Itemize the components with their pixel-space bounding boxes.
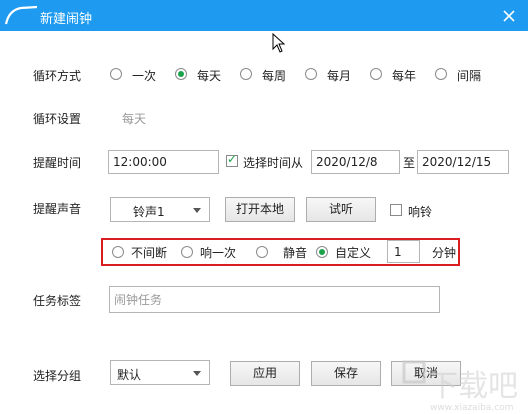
radio-loop-yearly[interactable]: [370, 68, 382, 80]
window-title: 新建闹钟: [40, 12, 93, 27]
radio-repeat-mute-label: 静音: [283, 246, 308, 260]
group-label: 选择分组: [33, 369, 82, 383]
radio-repeat-continuous[interactable]: [112, 246, 124, 258]
radio-loop-weekly-label: 每周: [262, 69, 287, 83]
radio-loop-daily[interactable]: [175, 68, 187, 80]
apply-button[interactable]: 应用: [230, 361, 300, 386]
svg-text:www.xiazaiba.com: www.xiazaiba.com: [430, 403, 514, 413]
title-bar: 新建闹钟: [0, 0, 528, 31]
custom-minutes-input[interactable]: 1: [387, 240, 420, 263]
date-from-input[interactable]: 2020/12/8: [311, 150, 400, 174]
radio-loop-monthly[interactable]: [305, 68, 317, 80]
radio-loop-once[interactable]: [110, 68, 122, 80]
open-local-button[interactable]: 打开本地: [225, 197, 295, 222]
chevron-down-icon: [193, 371, 201, 376]
loop-mode-label: 循环方式: [33, 69, 82, 83]
minutes-unit-label: 分钟: [432, 246, 457, 260]
radio-loop-interval-label: 间隔: [457, 69, 482, 83]
sound-select-value: 铃声1: [133, 205, 165, 219]
app-logo-icon: [4, 5, 38, 25]
watermark-logo: 下载吧 www.xiazaiba.com: [402, 360, 518, 413]
sound-select[interactable]: 铃声1: [110, 197, 210, 222]
radio-repeat-continuous-label: 不间断: [131, 246, 168, 260]
svg-text:下载吧: 下载吧: [428, 369, 518, 404]
radio-loop-yearly-label: 每年: [392, 69, 417, 83]
task-label-label: 任务标签: [33, 294, 82, 308]
group-select[interactable]: 默认: [110, 360, 210, 385]
radio-repeat-custom-label: 自定义: [335, 246, 372, 260]
time-range-checkbox[interactable]: [226, 152, 238, 167]
radio-loop-interval[interactable]: [435, 68, 447, 80]
mouse-cursor-icon: [272, 33, 286, 53]
ring-checkbox[interactable]: [390, 204, 402, 216]
loop-setting-value: 每天: [122, 112, 147, 126]
loop-setting-label: 循环设置: [33, 112, 82, 126]
chevron-down-icon: [193, 208, 201, 213]
task-label-input[interactable]: 闹钟任务: [109, 286, 440, 313]
remind-time-label: 提醒时间: [33, 156, 82, 170]
date-to-input[interactable]: 2020/12/15: [417, 150, 509, 174]
radio-loop-weekly[interactable]: [240, 68, 252, 80]
save-button[interactable]: 保存: [311, 361, 381, 386]
time-range-label: 选择时间从: [243, 156, 304, 170]
radio-loop-monthly-label: 每月: [327, 69, 352, 83]
group-select-value: 默认: [117, 368, 142, 382]
radio-repeat-mute[interactable]: [256, 246, 268, 258]
remind-sound-label: 提醒声音: [33, 202, 82, 216]
radio-loop-once-label: 一次: [132, 69, 157, 83]
time-input[interactable]: 12:00:00: [108, 150, 219, 174]
radio-repeat-custom[interactable]: [316, 246, 328, 258]
ring-label: 响铃: [408, 205, 433, 219]
close-icon[interactable]: [498, 5, 520, 27]
date-to-label: 至: [403, 156, 416, 170]
radio-loop-daily-label: 每天: [197, 69, 222, 83]
radio-repeat-once-label: 响一次: [200, 246, 237, 260]
radio-repeat-once[interactable]: [181, 246, 193, 258]
listen-button[interactable]: 试听: [306, 197, 376, 222]
